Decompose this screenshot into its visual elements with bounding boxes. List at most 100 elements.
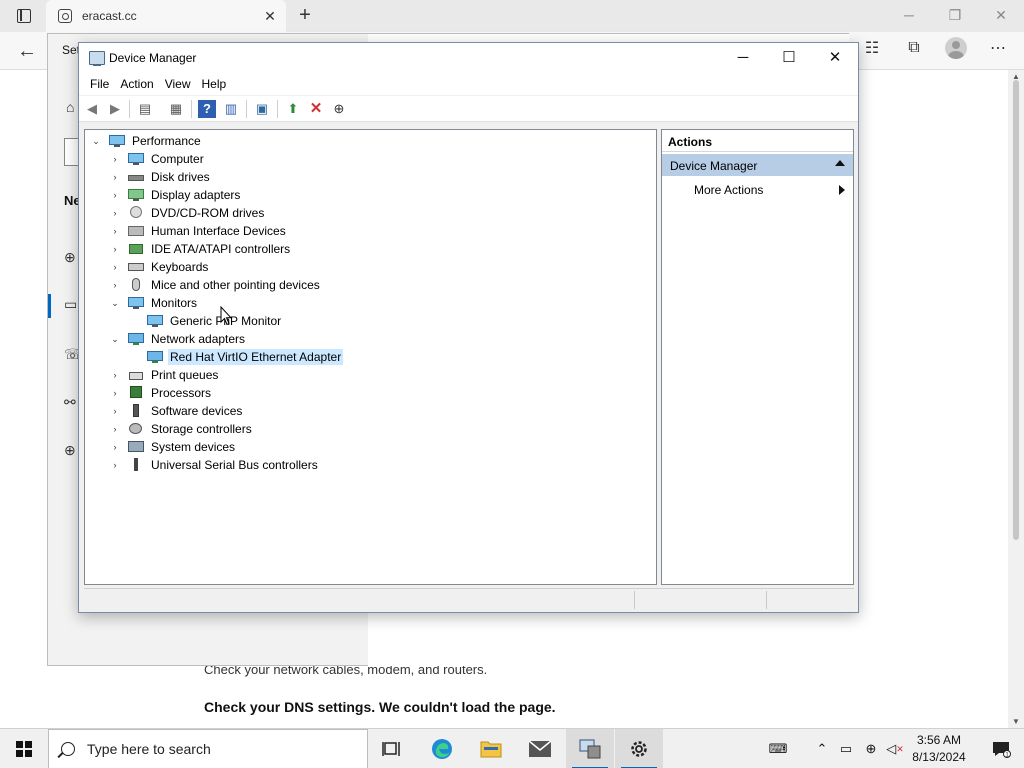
- more-actions-item[interactable]: More Actions: [662, 180, 853, 200]
- proxy-globe-icon[interactable]: ⊕: [64, 442, 76, 459]
- close-tab-button[interactable]: ✕: [262, 8, 278, 25]
- tree-item[interactable]: › Computer: [108, 150, 206, 168]
- expand-chevron-icon[interactable]: ›: [108, 152, 122, 166]
- favorites-icon[interactable]: ☷: [860, 36, 884, 60]
- tree-item[interactable]: › IDE ATA/ATAPI controllers: [108, 240, 292, 258]
- scroll-thumb[interactable]: [1013, 80, 1019, 540]
- browser-close-button[interactable]: ✕: [978, 0, 1024, 32]
- expand-chevron-icon[interactable]: ›: [108, 386, 122, 400]
- action-center-button[interactable]: 1: [978, 729, 1024, 768]
- uninstall-device-icon[interactable]: ✕: [307, 100, 325, 118]
- toolbar-separator: [129, 100, 130, 118]
- tree-item[interactable]: ⌄ Network adapters: [108, 330, 247, 348]
- back-arrow-icon[interactable]: ◀: [83, 100, 101, 118]
- help-icon[interactable]: ?: [198, 100, 216, 118]
- maximize-button[interactable]: ☐: [766, 43, 812, 73]
- network-globe-icon[interactable]: ⊕: [860, 729, 882, 768]
- status-divider: [634, 591, 635, 609]
- scroll-down-icon[interactable]: ▼: [1011, 717, 1021, 726]
- profile-button[interactable]: [944, 36, 968, 60]
- scan-hardware-changes-icon[interactable]: ▣: [253, 100, 271, 118]
- tree-item[interactable]: › Mice and other pointing devices: [108, 276, 322, 294]
- tree-item[interactable]: › Storage controllers: [108, 420, 254, 438]
- tree-child-item[interactable]: Generic PnP Monitor: [127, 312, 283, 330]
- tree-item[interactable]: › DVD/CD-ROM drives: [108, 204, 266, 222]
- collapse-triangle-icon[interactable]: [835, 160, 845, 166]
- tree-item[interactable]: › Processors: [108, 384, 213, 402]
- toolbar: ◀ ▶ ▤ ▦ ? ▥ ▣ ⬆ ✕ ⊕: [79, 96, 858, 122]
- update-driver-icon[interactable]: ⬆: [284, 100, 302, 118]
- more-menu-icon[interactable]: ⋯: [986, 36, 1010, 60]
- tree-item[interactable]: › Print queues: [108, 366, 220, 384]
- menu-view[interactable]: View: [160, 74, 197, 95]
- volume-muted-icon[interactable]: ◁ ✕: [884, 729, 906, 768]
- forward-arrow-icon[interactable]: ▶: [106, 100, 124, 118]
- tree-item[interactable]: › Human Interface Devices: [108, 222, 288, 240]
- expand-chevron-icon[interactable]: ›: [108, 242, 122, 256]
- search-icon: [61, 742, 75, 756]
- expand-chevron-icon[interactable]: ›: [108, 224, 122, 238]
- expand-chevron-icon[interactable]: ›: [108, 188, 122, 202]
- show-hidden-icons-chevron-icon[interactable]: ⌃: [812, 729, 832, 768]
- actions-section-device-manager[interactable]: Device Manager: [662, 154, 853, 176]
- tree-item[interactable]: › Keyboards: [108, 258, 210, 276]
- show-hide-console-tree-icon[interactable]: ▤: [136, 100, 154, 118]
- vpn-icon[interactable]: ⚯: [64, 394, 76, 411]
- windows-logo-icon: [16, 741, 32, 757]
- collapse-chevron-icon[interactable]: ⌄: [108, 332, 122, 346]
- expand-chevron-icon[interactable]: ›: [108, 278, 122, 292]
- new-tab-button[interactable]: +: [294, 4, 316, 26]
- ethernet-icon[interactable]: ▭: [64, 296, 77, 313]
- touch-keyboard-icon[interactable]: ⌨: [762, 729, 794, 768]
- tree-item[interactable]: › System devices: [108, 438, 237, 456]
- tree-item[interactable]: › Display adapters: [108, 186, 242, 204]
- taskbar-settings-button[interactable]: [615, 729, 663, 768]
- expand-chevron-icon[interactable]: ›: [108, 206, 122, 220]
- browser-restore-button[interactable]: ❐: [932, 0, 978, 32]
- expand-chevron-icon[interactable]: ›: [108, 368, 122, 382]
- menu-file[interactable]: File: [85, 74, 115, 95]
- tree-item[interactable]: › Software devices: [108, 402, 244, 420]
- expand-chevron-icon[interactable]: ›: [108, 404, 122, 418]
- tree-root[interactable]: ⌄ Performance: [89, 132, 203, 150]
- tree-item[interactable]: › Universal Serial Bus controllers: [108, 456, 320, 474]
- expand-chevron-icon[interactable]: ›: [108, 422, 122, 436]
- tree-item-label: Disk drives: [151, 170, 210, 184]
- collapse-chevron-icon[interactable]: ⌄: [89, 134, 103, 148]
- taskbar-search-box[interactable]: Type here to search: [48, 729, 368, 768]
- browser-minimize-button[interactable]: ─: [886, 0, 932, 32]
- expand-chevron-icon[interactable]: ›: [108, 170, 122, 184]
- collapse-chevron-icon[interactable]: ⌄: [108, 296, 122, 310]
- collections-icon[interactable]: ⧉: [902, 36, 926, 60]
- enable-device-icon[interactable]: ⊕: [330, 100, 348, 118]
- browser-tab[interactable]: eracast.cc ✕: [46, 0, 286, 32]
- tab-actions-button[interactable]: [10, 6, 38, 26]
- expand-chevron-icon[interactable]: ›: [108, 458, 122, 472]
- taskbar-edge-button[interactable]: [418, 729, 466, 768]
- disk-drive-icon: [128, 170, 144, 184]
- show-action-pane-icon[interactable]: ▥: [222, 100, 240, 118]
- menu-action[interactable]: Action: [115, 74, 159, 95]
- properties-icon[interactable]: ▦: [167, 100, 185, 118]
- back-button[interactable]: ←: [14, 38, 40, 64]
- tree-item[interactable]: ⌄ Monitors: [108, 294, 199, 312]
- taskbar-clock[interactable]: 3:56 AM 8/13/2024: [904, 732, 974, 766]
- device-manager-app-icon: [89, 51, 105, 66]
- close-button[interactable]: ✕: [812, 43, 858, 73]
- globe-status-icon[interactable]: ⊕: [64, 249, 76, 266]
- tree-child-item-selected[interactable]: Red Hat VirtIO Ethernet Adapter: [127, 348, 344, 366]
- start-button[interactable]: [0, 729, 48, 768]
- taskbar-file-explorer-button[interactable]: [467, 729, 515, 768]
- tree-item[interactable]: › Disk drives: [108, 168, 212, 186]
- minimize-button[interactable]: ─: [720, 43, 766, 73]
- taskbar-mail-button[interactable]: [516, 729, 564, 768]
- page-scrollbar[interactable]: ▲ ▼: [1008, 70, 1024, 728]
- menu-help[interactable]: Help: [197, 74, 233, 95]
- task-view-button[interactable]: [368, 729, 416, 768]
- home-icon[interactable]: ⌂: [66, 99, 74, 115]
- taskbar-device-manager-button[interactable]: [566, 729, 614, 768]
- expand-chevron-icon[interactable]: ›: [108, 260, 122, 274]
- meet-now-icon[interactable]: ▭: [836, 729, 856, 768]
- device-manager-titlebar[interactable]: Device Manager ─ ☐ ✕: [79, 43, 858, 74]
- expand-chevron-icon[interactable]: ›: [108, 440, 122, 454]
